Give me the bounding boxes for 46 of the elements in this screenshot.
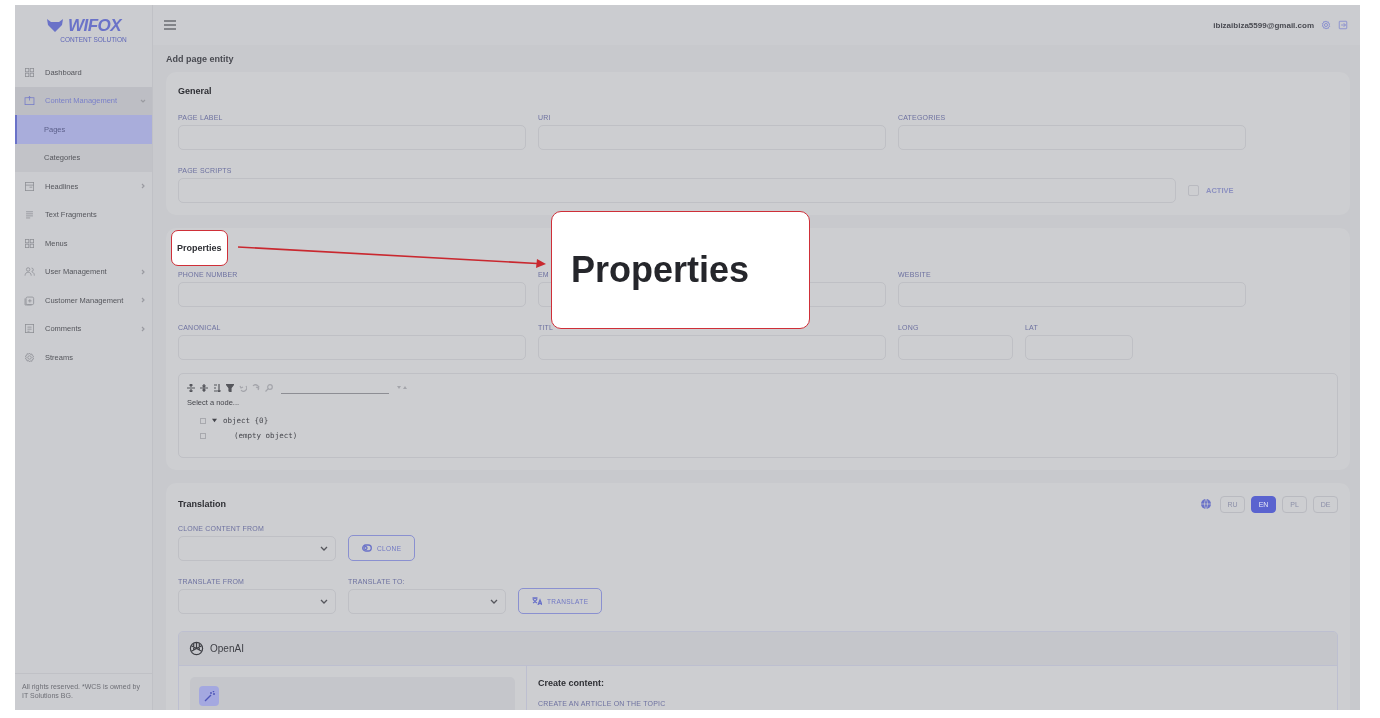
logo-text: WIFOX <box>67 15 122 36</box>
sort-icon[interactable] <box>213 384 221 392</box>
expand-all-icon[interactable] <box>187 384 195 392</box>
dropdown-field[interactable] <box>178 589 336 614</box>
page-title: Add page entity <box>166 52 235 66</box>
filter-icon[interactable] <box>226 384 234 392</box>
comments-icon <box>24 323 35 335</box>
dropdown-field[interactable] <box>348 589 506 614</box>
gear-icon <box>24 351 35 363</box>
toggle-icon <box>362 544 372 552</box>
section-title: Translation <box>178 498 226 511</box>
redo-icon[interactable] <box>252 384 260 392</box>
text-icon <box>24 209 35 221</box>
callout-tooltip: Properties <box>551 211 810 329</box>
magic-wand-icon[interactable] <box>199 686 219 706</box>
undo-icon[interactable] <box>239 384 247 392</box>
node-checkbox[interactable] <box>200 432 206 439</box>
dropdown-field[interactable] <box>178 536 336 561</box>
section-title: Properties <box>171 230 228 266</box>
menu-icon[interactable] <box>164 20 176 30</box>
chevron-icon <box>140 325 146 332</box>
create-content-title: Create content: <box>538 678 605 688</box>
fox-logo-icon <box>45 19 64 32</box>
logout-icon[interactable] <box>1338 20 1348 30</box>
settings-icon[interactable] <box>1321 20 1331 30</box>
globe-icon <box>1201 499 1211 509</box>
chevron-down-icon <box>320 599 328 604</box>
translate-icon <box>532 597 542 605</box>
chevron-down-icon <box>320 546 328 551</box>
search-icon[interactable] <box>265 384 273 392</box>
chevron-icon <box>140 97 146 104</box>
grid-icon <box>24 237 35 249</box>
grid-icon <box>24 66 35 78</box>
chevron-icon <box>140 268 146 275</box>
user-email: ibizaibiza5599@gmail.com <box>1213 20 1314 30</box>
chevron-down-icon <box>490 599 498 604</box>
window-icon <box>24 180 35 192</box>
expand-toggle-icon[interactable] <box>212 418 217 423</box>
chevron-icon <box>140 183 146 190</box>
search-arrows-icon[interactable] <box>397 385 407 391</box>
users-icon <box>24 266 35 278</box>
panel-title: OpenAI <box>210 643 244 654</box>
section-title: General <box>178 85 213 98</box>
collapse-all-icon[interactable] <box>200 384 208 392</box>
node-checkbox[interactable] <box>200 417 206 424</box>
chevron-icon <box>140 297 146 304</box>
